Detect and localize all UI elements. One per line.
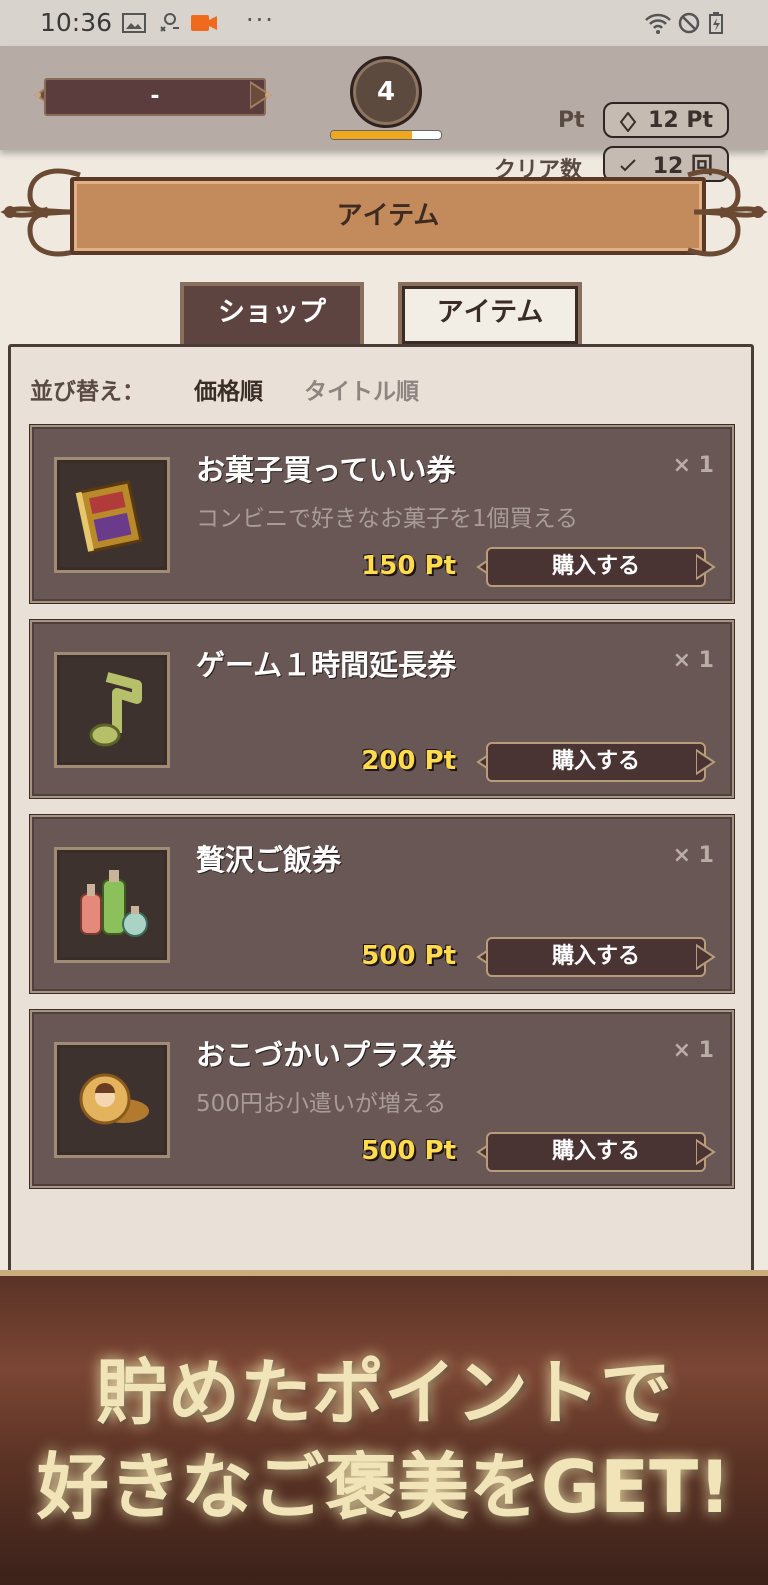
tab-item[interactable]: アイテム <box>398 282 582 344</box>
battery-icon <box>709 12 723 34</box>
pt-counter: 12 Pt <box>603 102 729 138</box>
title-banner: アイテム <box>0 155 768 270</box>
item-quantity: × 1 <box>672 1038 714 1063</box>
promo-banner: 貯めたポイントで 好きなご褒美をGET! <box>0 1270 768 1585</box>
item-name: お菓子買っていい券 <box>196 453 456 487</box>
item-price: 150 Pt <box>361 551 456 581</box>
item-name: ゲーム１時間延長券 <box>196 648 457 682</box>
level-progress-bar <box>330 130 442 140</box>
more-notifications: ··· <box>246 6 275 34</box>
buy-button-label: 購入する <box>486 547 706 587</box>
item-price: 500 Pt <box>361 941 456 971</box>
buy-button[interactable]: 購入する <box>474 740 718 784</box>
music-note-icon <box>89 672 142 747</box>
item-thumbnail <box>54 457 170 573</box>
sort-label: 並び替え： <box>30 379 145 405</box>
potion-bottles-icon <box>80 870 148 937</box>
gamepad-icon <box>160 13 179 32</box>
player-name: - <box>44 78 266 116</box>
level-progress-fill <box>331 131 413 139</box>
status-bar: 10:36 ··· <box>0 0 768 46</box>
pt-label: Pt <box>558 108 585 133</box>
buy-button-label: 購入する <box>486 937 706 977</box>
level-badge-wrap: 4 <box>346 52 426 132</box>
button-ornament-right-icon <box>696 1138 716 1166</box>
gallery-icon <box>122 13 146 33</box>
item-description: コンビニで好きなお菓子を1個買える <box>196 506 578 532</box>
item-quantity: × 1 <box>672 648 714 673</box>
gold-coin-icon <box>79 1073 149 1125</box>
item-name: おこづかいプラス券 <box>196 1038 457 1072</box>
item-thumbnail <box>54 652 170 768</box>
button-ornament-right-icon <box>696 943 716 971</box>
player-name-plate[interactable]: - <box>30 74 276 116</box>
button-ornament-right-icon <box>696 748 716 776</box>
sort-by-price[interactable]: 価格順 <box>194 372 263 406</box>
promo-line-2: 好きなご褒美をGET! <box>36 1445 732 1529</box>
buy-button[interactable]: 購入する <box>474 545 718 589</box>
item-name: 贅沢ご飯券 <box>196 843 342 877</box>
sort-by-title[interactable]: タイトル順 <box>304 372 419 406</box>
ornament-right-icon <box>250 80 272 110</box>
status-time: 10:36 <box>40 8 113 37</box>
item-quantity: × 1 <box>672 453 714 478</box>
item-card[interactable]: おこづかいプラス券 500円お小遣いが増える × 1 500 Pt 購入する <box>30 1010 734 1188</box>
buy-button-label: 購入する <box>486 742 706 782</box>
buy-button[interactable]: 購入する <box>474 935 718 979</box>
button-ornament-right-icon <box>696 553 716 581</box>
do-not-disturb-icon <box>678 12 700 34</box>
item-price: 200 Pt <box>361 746 456 776</box>
item-description: 500円お小遣いが増える <box>196 1091 447 1117</box>
item-quantity: × 1 <box>672 843 714 868</box>
promo-line-1: 貯めたポイントで <box>95 1351 672 1435</box>
level-badge: 4 <box>350 56 422 128</box>
buy-button[interactable]: 購入する <box>474 1130 718 1174</box>
diamond-icon <box>619 112 637 132</box>
item-card[interactable]: ゲーム１時間延長券 × 1 200 Pt 購入する <box>30 620 734 798</box>
item-price: 500 Pt <box>361 1136 456 1166</box>
pt-value: 12 Pt <box>648 107 713 133</box>
item-thumbnail <box>54 1042 170 1158</box>
screen-title: アイテム <box>70 177 706 255</box>
buy-button-label: 購入する <box>486 1132 706 1172</box>
item-thumbnail <box>54 847 170 963</box>
item-card[interactable]: お菓子買っていい券 コンビニで好きなお菓子を1個買える × 1 150 Pt 購… <box>30 425 734 603</box>
wifi-icon <box>645 13 671 34</box>
tab-shop[interactable]: ショップ <box>180 282 364 344</box>
scroll-ornament-right-icon <box>687 168 768 257</box>
video-record-icon <box>191 15 217 31</box>
item-card[interactable]: 贅沢ご飯券 × 1 500 Pt 購入する <box>30 815 734 993</box>
book-icon <box>75 480 143 553</box>
